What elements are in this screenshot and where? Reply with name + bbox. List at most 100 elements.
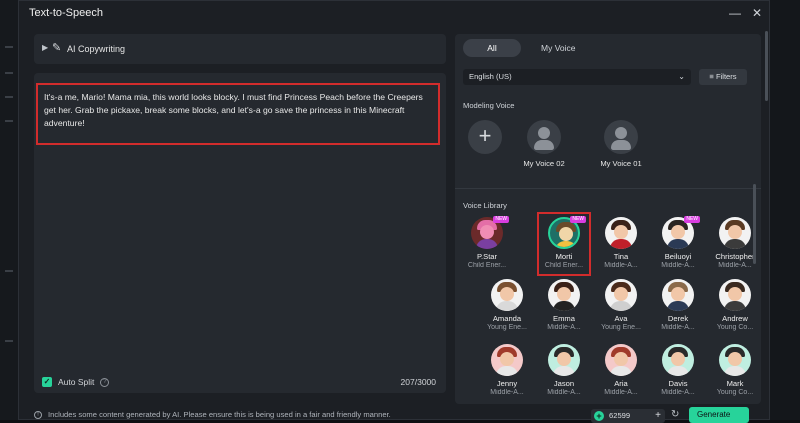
voice-name: Mark: [726, 379, 744, 388]
avatar: [491, 344, 523, 376]
titlebar: Text-to-Speech — ✕: [19, 1, 769, 27]
info-icon: !: [34, 410, 42, 419]
ai-copywriting-label: AI Copywriting: [67, 44, 126, 54]
filter-icon: ≡: [709, 72, 714, 81]
avatar: [605, 279, 637, 311]
voice-item[interactable]: Andrew Young Co...: [707, 279, 763, 331]
avatar: [548, 344, 580, 376]
voice-library-title: Voice Library: [463, 201, 507, 210]
refresh-icon[interactable]: ↻: [671, 409, 679, 420]
text-to-speech-dialog: Text-to-Speech — ✕ ▶ ✎ AI Copywriting It…: [18, 0, 770, 423]
voice-type: Middle-A...: [604, 262, 638, 269]
dialog-scrollbar[interactable]: [765, 31, 768, 101]
add-voice-button[interactable]: +: [455, 120, 515, 154]
voice-name: Jenny: [496, 379, 518, 388]
voice-item[interactable]: Ava Young Ene...: [593, 279, 649, 331]
expand-caret-icon: ▶: [42, 43, 49, 52]
voice-item[interactable]: Amanda Young Ene...: [479, 279, 535, 331]
avatar: [605, 344, 637, 376]
modeling-voice-title: Modeling Voice: [463, 101, 515, 110]
voice-panel: All My Voice English (US) ⌄ ≡ Filters Mo…: [455, 34, 761, 404]
voice-type: Young Ene...: [601, 324, 641, 331]
language-value: English (US): [469, 72, 512, 81]
voice-name: Beiluoyi: [664, 252, 692, 261]
filters-button[interactable]: ≡ Filters: [699, 69, 747, 85]
avatar: [719, 217, 751, 249]
bg-mark: [5, 340, 13, 342]
avatar: [605, 217, 637, 249]
add-credits-icon[interactable]: +: [655, 409, 661, 423]
voice-name: Aria: [614, 379, 628, 388]
voice-item[interactable]: Aria Middle-A...: [593, 344, 649, 396]
background-app-strip: [0, 0, 18, 420]
avatar: [662, 344, 694, 376]
script-editor[interactable]: It's-a me, Mario! Mama mia, this world l…: [34, 73, 446, 393]
voice-type: Middle-A...: [661, 389, 695, 396]
bg-mark: [5, 120, 13, 122]
bg-mark: [5, 72, 13, 74]
script-textarea[interactable]: It's-a me, Mario! Mama mia, this world l…: [36, 83, 440, 145]
generate-label: Generate: [697, 410, 731, 419]
tab-my-voice[interactable]: My Voice: [527, 39, 590, 57]
voice-name: Ava: [614, 314, 628, 323]
voice-name: Andrew: [722, 314, 748, 323]
language-select[interactable]: English (US) ⌄: [463, 69, 691, 85]
new-badge: NEW: [493, 216, 509, 223]
voice-tabs: All My Voice: [463, 39, 596, 57]
voice-item[interactable]: NEW Beiluoyi Middle-A...: [650, 216, 706, 269]
voice-type: Middle-A...: [547, 324, 581, 331]
model-voice-name: My Voice 02: [523, 159, 565, 168]
voice-library-scrollbar[interactable]: [753, 184, 756, 264]
avatar: [548, 279, 580, 311]
voice-type: Young Ene...: [487, 324, 527, 331]
voice-type: Middle-A...: [490, 389, 524, 396]
voice-type: Middle-A...: [661, 324, 695, 331]
new-badge: NEW: [684, 216, 700, 223]
voice-type: Child Ener...: [467, 262, 507, 269]
ai-copywriting-bar[interactable]: ▶ ✎ AI Copywriting: [34, 34, 446, 64]
ai-notice: ! Includes some content generated by AI.…: [34, 410, 391, 419]
minimize-icon[interactable]: —: [727, 5, 743, 21]
voice-item[interactable]: NEW P.Star Child Ener...: [459, 216, 515, 269]
avatar: [662, 279, 694, 311]
avatar: [719, 344, 751, 376]
info-icon[interactable]: ?: [100, 377, 110, 387]
model-voice-name: My Voice 01: [600, 159, 642, 168]
filters-label: Filters: [715, 72, 737, 81]
voice-type: Middle-A...: [604, 389, 638, 396]
pen-icon: ✎: [52, 42, 62, 54]
voice-item[interactable]: Jason Middle-A...: [536, 344, 592, 396]
voice-type: Middle-A...: [547, 389, 581, 396]
tab-all[interactable]: All: [463, 39, 521, 57]
voice-item[interactable]: Tina Middle-A...: [593, 217, 649, 269]
plus-icon: +: [468, 120, 502, 154]
auto-split-option[interactable]: ✓ Auto Split ?: [42, 377, 110, 387]
auto-split-label: Auto Split: [58, 377, 95, 387]
divider: [455, 188, 761, 189]
voice-item[interactable]: Jenny Middle-A...: [479, 344, 535, 396]
model-voice-item[interactable]: My Voice 01: [591, 120, 651, 168]
auto-split-checkbox[interactable]: ✓: [42, 377, 52, 387]
chevron-down-icon: ⌄: [678, 72, 685, 81]
bg-mark: [5, 96, 13, 98]
voice-type: Young Co...: [716, 389, 754, 396]
voice-name: P.Star: [476, 252, 498, 261]
person-icon: [527, 120, 561, 154]
bg-mark: [5, 270, 13, 272]
voice-name: Davis: [668, 379, 688, 388]
background-app-right: [770, 0, 800, 420]
voice-name: Emma: [553, 314, 575, 323]
credits-display[interactable]: + 62599 +: [591, 409, 665, 423]
close-icon[interactable]: ✕: [749, 5, 765, 21]
voice-item[interactable]: Emma Middle-A...: [536, 279, 592, 331]
voice-item[interactable]: Davis Middle-A...: [650, 344, 706, 396]
generate-button[interactable]: Generate: [689, 407, 749, 423]
bg-mark: [5, 46, 13, 48]
model-voice-item[interactable]: My Voice 02: [514, 120, 574, 168]
voice-name: Jason: [553, 379, 575, 388]
person-icon: [604, 120, 638, 154]
voice-item[interactable]: Mark Young Co...: [707, 344, 763, 396]
voice-type: Middle-A...: [661, 262, 695, 269]
selected-voice-highlight: [537, 212, 591, 276]
voice-item[interactable]: Derek Middle-A...: [650, 279, 706, 331]
